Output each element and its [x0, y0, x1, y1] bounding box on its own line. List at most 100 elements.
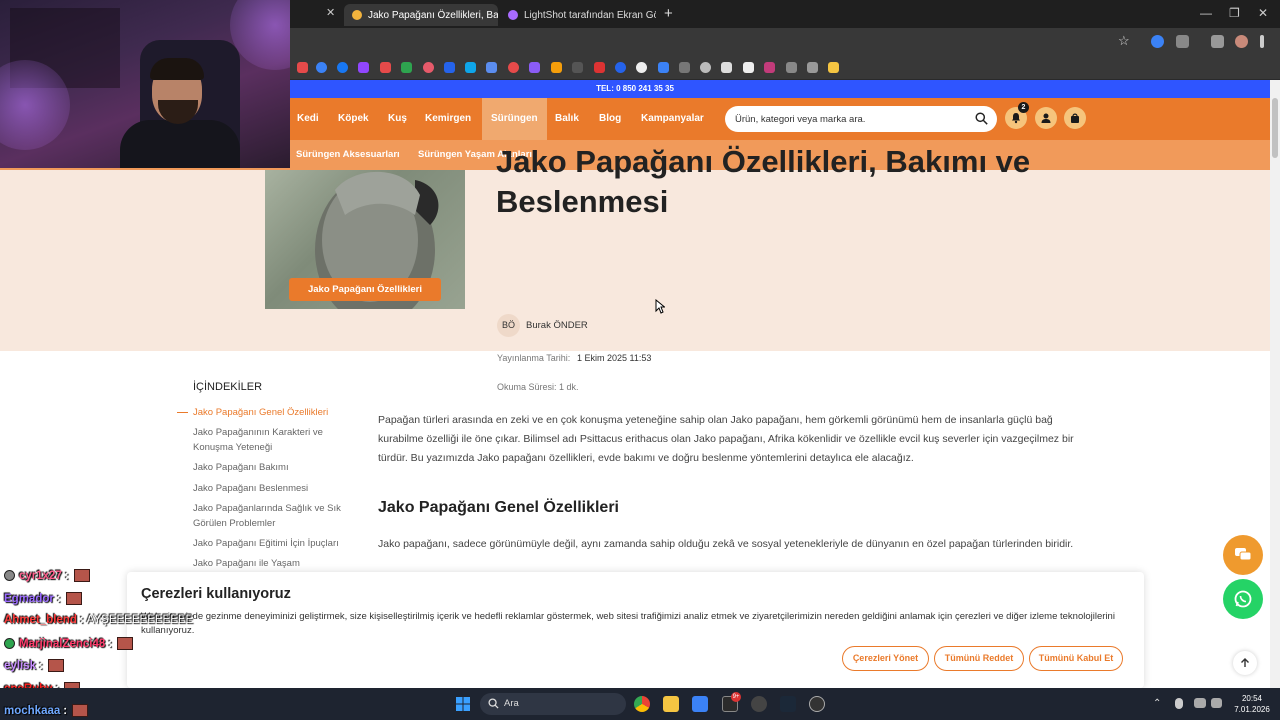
accept-all-button[interactable]: Tümünü Kabul Et — [1029, 646, 1123, 671]
menu-kebab-icon[interactable] — [1260, 35, 1264, 48]
stream-chat-line: eylisk : — [4, 659, 64, 672]
chat-username: mochkaaa — [4, 704, 61, 717]
reject-all-button[interactable]: Tümünü Reddet — [934, 646, 1024, 671]
bookmark-icon[interactable] — [615, 62, 626, 73]
nav-item-kus[interactable]: Kuş — [388, 98, 407, 140]
article-title-line: Beslenmesi — [496, 184, 669, 219]
bookmark-icon[interactable] — [721, 62, 732, 73]
tray-chevron-icon[interactable]: ⌃ — [1153, 698, 1161, 709]
tab-lightshot[interactable]: LightShot tarafından Ekran Görü ✕ — [500, 4, 656, 26]
scroll-to-top-button[interactable] — [1233, 651, 1257, 675]
close-window-button[interactable]: ✕ — [1258, 6, 1268, 20]
nav-item-kampanyalar[interactable]: Kampanyalar — [641, 98, 704, 140]
volume-icon[interactable] — [1211, 698, 1222, 708]
extension-icon[interactable] — [1151, 35, 1164, 48]
nav-item-kopek[interactable]: Köpek — [338, 98, 369, 140]
section-heading: Jako Papağanı Genel Özellikleri — [378, 499, 619, 516]
restore-button[interactable]: ❐ — [1229, 6, 1240, 20]
media-player-icon[interactable] — [809, 696, 825, 712]
clock-time: 20:54 — [1241, 694, 1263, 703]
bookmark-icon[interactable] — [572, 62, 583, 73]
bookmark-icon[interactable] — [401, 62, 412, 73]
bookmark-icon[interactable] — [786, 62, 797, 73]
bookmark-icon[interactable] — [764, 62, 775, 73]
stream-chat-line: cyr1x27 : — [4, 569, 90, 582]
subnav-item-aksesuarlar[interactable]: Sürüngen Aksesuarları — [296, 140, 400, 170]
toc-item[interactable]: Jako Papağanı Genel Özellikleri — [193, 405, 348, 420]
chat-bubbles-icon — [1235, 548, 1252, 561]
toc-item[interactable]: Jako Papağanı ile Yaşam — [193, 556, 348, 571]
network-icon[interactable] — [1194, 698, 1206, 708]
reading-list-icon[interactable] — [1211, 35, 1224, 48]
bookmark-star-icon[interactable]: ☆ — [1118, 33, 1130, 49]
new-tab-button[interactable]: + — [664, 5, 673, 22]
bookmark-icon[interactable] — [486, 62, 497, 73]
chrome-icon[interactable] — [634, 696, 650, 712]
image-badge: Jako Papağanı Özellikleri — [289, 278, 441, 301]
microphone-icon[interactable] — [1175, 698, 1183, 709]
chat-username: Egmador — [4, 592, 54, 605]
nav-item-kedi[interactable]: Kedi — [297, 98, 319, 140]
scrollbar-thumb[interactable] — [1272, 98, 1278, 158]
search-input[interactable] — [735, 106, 965, 132]
bookmark-icon[interactable] — [465, 62, 476, 73]
bookmark-icon[interactable] — [380, 62, 391, 73]
chat-colon: : — [64, 569, 69, 582]
close-tab-icon[interactable]: ✕ — [326, 6, 335, 19]
toc-item[interactable]: Jako Papağanı Eğitimi İçin İpuçları — [193, 536, 348, 551]
bookmark-icon[interactable] — [551, 62, 562, 73]
store-icon[interactable] — [692, 696, 708, 712]
profile-avatar-icon[interactable] — [1235, 35, 1248, 48]
taskbar-search[interactable]: Ara — [480, 693, 626, 715]
windows-start-icon[interactable] — [455, 696, 471, 712]
chat-username: eylisk — [4, 659, 36, 672]
bookmark-icon[interactable] — [337, 62, 348, 73]
live-chat-button[interactable] — [1223, 535, 1263, 575]
bookmark-icon[interactable] — [444, 62, 455, 73]
chat-emote-icon — [73, 569, 90, 582]
taskbar-clock[interactable]: 20:54 7.01.2026 — [1228, 693, 1276, 715]
file-explorer-icon[interactable] — [663, 696, 679, 712]
toc-title: İÇİNDEKİLER — [193, 381, 263, 393]
bookmark-icon[interactable] — [658, 62, 669, 73]
account-button[interactable] — [1035, 107, 1057, 129]
toc-item[interactable]: Jako Papağanlarında Sağlık ve Sık Görüle… — [193, 501, 348, 531]
bookmark-icon[interactable] — [807, 62, 818, 73]
chat-emote-icon — [72, 704, 89, 717]
nav-item-blog[interactable]: Blog — [599, 98, 621, 140]
folder-icon[interactable] — [828, 62, 839, 73]
extensions-puzzle-icon[interactable] — [1176, 35, 1189, 48]
whatsapp-button[interactable] — [1223, 579, 1263, 619]
bookmark-icon[interactable] — [529, 62, 540, 73]
toc-item[interactable]: Jako Papağanı Bakımı — [193, 460, 348, 475]
bookmark-icon[interactable] — [594, 62, 605, 73]
nav-item-balik[interactable]: Balık — [555, 98, 579, 140]
manage-cookies-button[interactable]: Çerezleri Yönet — [842, 646, 929, 671]
page-scrollbar[interactable] — [1270, 80, 1280, 688]
search-icon[interactable] — [975, 112, 988, 125]
windows-taskbar: Ara 9+ ⌃ 20:54 7.01.2026 — [0, 688, 1280, 720]
bookmark-icon[interactable] — [508, 62, 519, 73]
app-icon[interactable] — [751, 696, 767, 712]
mouse-cursor-icon — [655, 299, 665, 314]
nav-item-kemirgen[interactable]: Kemirgen — [425, 98, 471, 140]
chat-emote-icon — [47, 659, 64, 672]
bookmark-icon[interactable] — [316, 62, 327, 73]
bookmark-icon[interactable] — [297, 62, 308, 73]
chat-emote-icon — [65, 592, 82, 605]
toc-item[interactable]: Jako Papağanının Karakteri ve Konuşma Ye… — [193, 425, 348, 455]
tab-jako-papagani[interactable]: Jako Papağanı Özellikleri, Bakım ✕ — [344, 4, 498, 26]
bookmark-icon[interactable] — [743, 62, 754, 73]
published-date: 1 Ekim 2025 11:53 — [577, 353, 652, 363]
toc-item[interactable]: Jako Papağanı Beslenmesi — [193, 481, 348, 496]
bookmark-icon[interactable] — [700, 62, 711, 73]
cart-button[interactable] — [1064, 107, 1086, 129]
chat-badge-icon — [4, 570, 15, 581]
bookmark-icon[interactable] — [679, 62, 690, 73]
minimize-button[interactable]: — — [1200, 6, 1212, 20]
bookmark-icon[interactable] — [423, 62, 434, 73]
bookmark-icon[interactable] — [358, 62, 369, 73]
nav-item-surungen[interactable]: Sürüngen — [482, 98, 547, 140]
steam-icon[interactable] — [780, 696, 796, 712]
bookmark-icon[interactable] — [636, 62, 647, 73]
